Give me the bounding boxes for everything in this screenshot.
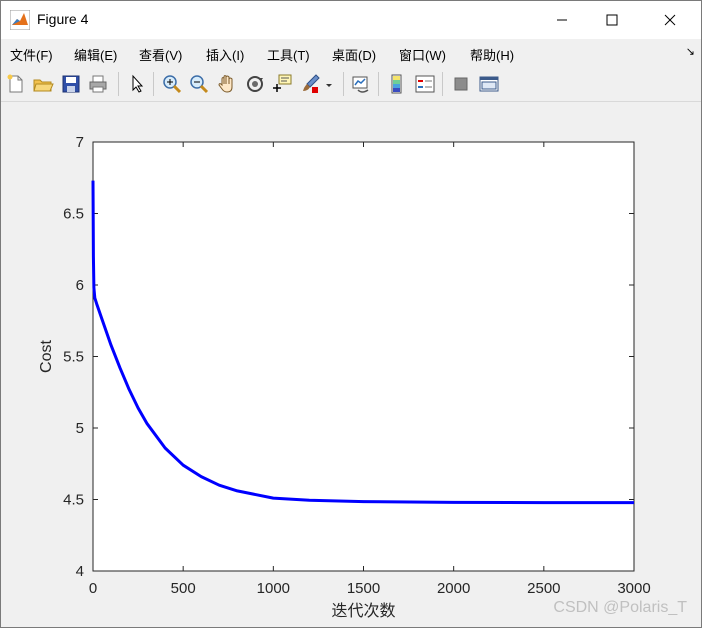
x-tick-label: 1500 xyxy=(347,580,380,597)
x-tick-label: 1000 xyxy=(257,580,290,597)
open-file-icon[interactable] xyxy=(32,73,54,95)
menu-overflow-icon[interactable]: ↘ xyxy=(686,45,695,58)
toolbar-separator xyxy=(343,72,344,96)
x-tick-label: 2500 xyxy=(527,580,560,597)
plot-area xyxy=(92,141,635,572)
y-tick-label: 7 xyxy=(76,134,84,151)
x-tick-label: 0 xyxy=(89,580,97,597)
figure-toolbar xyxy=(1,67,701,102)
menu-tools[interactable]: 工具(T) xyxy=(267,45,310,64)
y-tick-label: 6.5 xyxy=(63,206,84,223)
y-axis-label: Cost xyxy=(38,340,55,373)
link-plot-icon[interactable] xyxy=(350,73,372,95)
minimize-icon xyxy=(557,19,567,21)
hide-plot-tools-icon[interactable] xyxy=(450,73,472,95)
line-chart[interactable]: 0 500 1000 1500 2000 2500 3000 4 4.5 5 5.5 6 6.5 7 迭代次… xyxy=(1,102,701,627)
pan-hand-icon[interactable] xyxy=(216,73,238,95)
y-tick-label: 5 xyxy=(76,420,84,437)
save-icon[interactable] xyxy=(60,73,82,95)
toolbar-separator xyxy=(118,72,119,96)
y-tick-label: 4 xyxy=(76,563,84,580)
menu-file[interactable]: 文件(F) xyxy=(10,45,53,64)
minimize-button[interactable] xyxy=(539,1,585,39)
y-tick-label: 5.5 xyxy=(63,349,84,366)
menu-desktop[interactable]: 桌面(D) xyxy=(332,45,376,64)
menu-view[interactable]: 查看(V) xyxy=(139,45,182,64)
maximize-button[interactable] xyxy=(589,1,635,39)
pointer-icon[interactable] xyxy=(126,73,148,95)
close-icon xyxy=(664,14,676,26)
toolbar-separator xyxy=(153,72,154,96)
window-title: Figure 4 xyxy=(37,11,89,27)
matlab-logo-icon xyxy=(10,10,30,30)
x-tick-label: 2000 xyxy=(437,580,470,597)
menu-help[interactable]: 帮助(H) xyxy=(470,45,514,64)
rotate-3d-icon[interactable] xyxy=(244,73,266,95)
x-tick-label: 500 xyxy=(171,580,196,597)
x-tick-label: 3000 xyxy=(617,580,650,597)
close-button[interactable] xyxy=(647,1,693,39)
maximize-icon xyxy=(606,14,618,26)
brush-dropdown-icon[interactable] xyxy=(323,73,335,95)
new-figure-icon[interactable] xyxy=(5,73,27,95)
y-tick-label: 6 xyxy=(76,277,84,294)
print-icon[interactable] xyxy=(87,73,109,95)
figure-canvas: 0 500 1000 1500 2000 2500 3000 4 4.5 5 5.5 6 6.5 7 迭代次… xyxy=(1,102,701,627)
y-tick-label: 4.5 xyxy=(63,492,84,509)
watermark: CSDN @Polaris_T xyxy=(553,599,687,616)
legend-icon[interactable] xyxy=(414,73,436,95)
colorbar-icon[interactable] xyxy=(386,73,408,95)
data-cursor-icon[interactable] xyxy=(271,73,293,95)
brush-icon[interactable] xyxy=(299,73,321,95)
x-axis-label: 迭代次数 xyxy=(331,601,395,620)
zoom-in-icon[interactable] xyxy=(161,73,183,95)
toolbar-separator xyxy=(378,72,379,96)
menu-bar: 文件(F) 编辑(E) 查看(V) 插入(I) 工具(T) 桌面(D) 窗口(W… xyxy=(1,41,701,65)
toolbar-separator xyxy=(442,72,443,96)
show-plot-tools-icon[interactable] xyxy=(478,73,500,95)
zoom-out-icon[interactable] xyxy=(188,73,210,95)
menu-insert[interactable]: 插入(I) xyxy=(206,45,244,64)
figure-window: Figure 4 文件(F) 编辑(E) 查看(V) 插入(I) 工具(T) 桌… xyxy=(0,0,702,628)
menu-edit[interactable]: 编辑(E) xyxy=(74,45,117,64)
menu-window[interactable]: 窗口(W) xyxy=(399,45,446,64)
title-bar: Figure 4 xyxy=(1,1,701,39)
